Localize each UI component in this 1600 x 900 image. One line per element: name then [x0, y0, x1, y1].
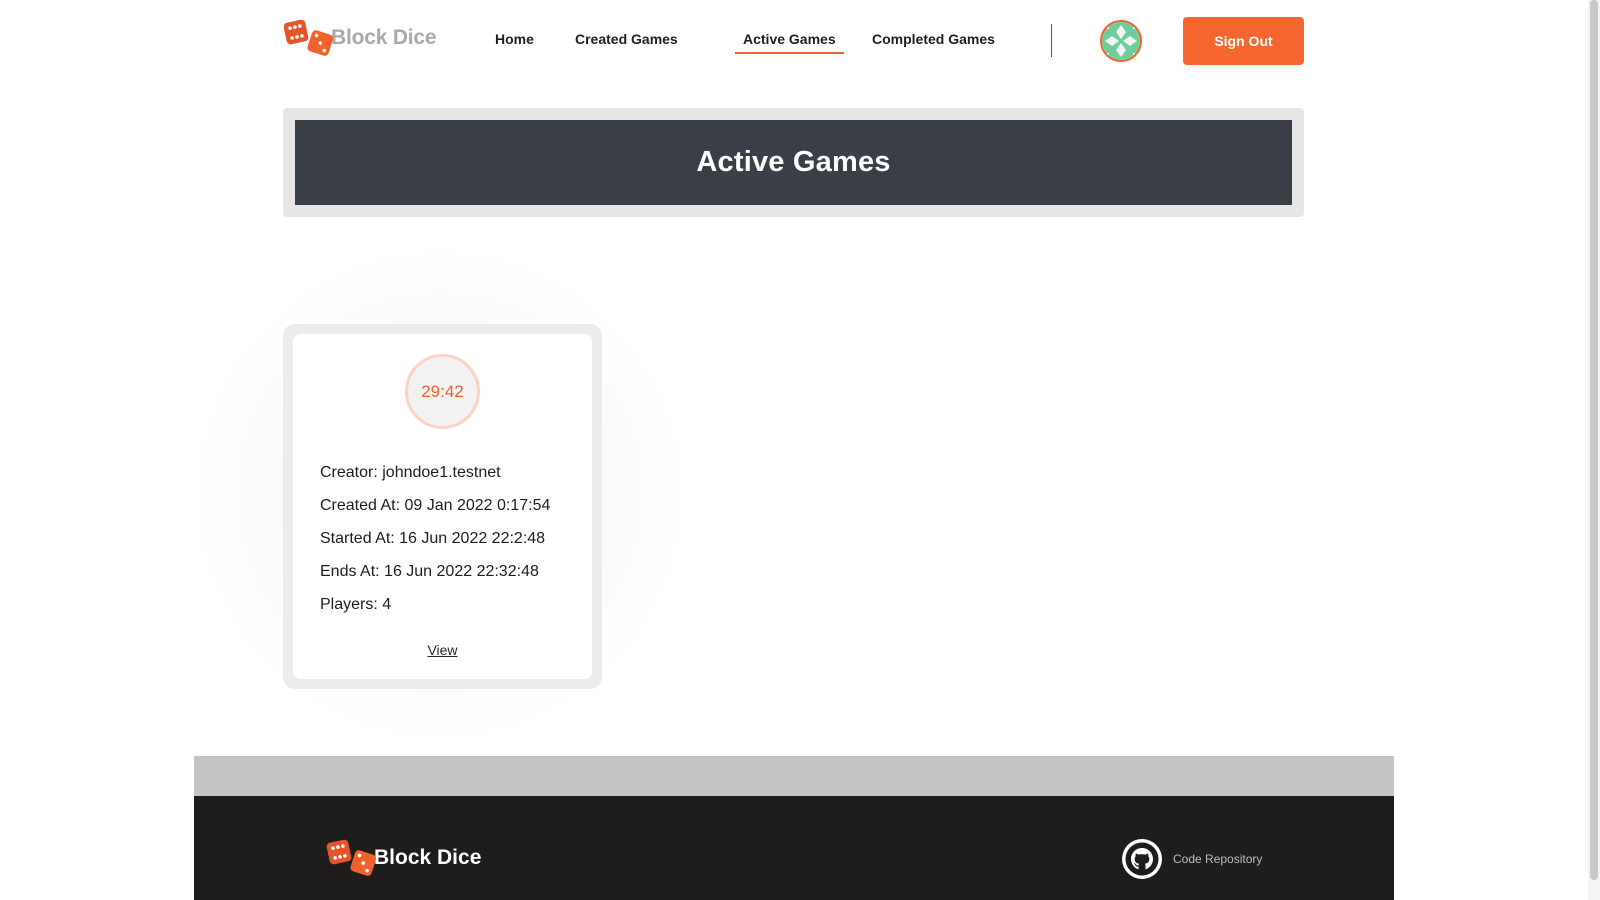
- game-players: Players: 4: [320, 596, 392, 613]
- view-game-link[interactable]: View: [293, 642, 592, 658]
- game-ends-at: Ends At: 16 Jun 2022 22:32:48: [320, 563, 539, 580]
- dice-logo-icon: [326, 838, 378, 878]
- brand-name: Block Dice: [331, 26, 437, 49]
- footer-brand-name: Block Dice: [374, 846, 482, 869]
- page-scrollbar[interactable]: [1588, 0, 1600, 900]
- footer-band: [194, 756, 1394, 796]
- dice-logo-icon: [283, 18, 335, 58]
- brand-logo[interactable]: Block Dice: [283, 18, 437, 58]
- code-repository-label: Code Repository: [1173, 852, 1263, 866]
- nav-home[interactable]: Home: [495, 31, 534, 47]
- game-creator: Creator: johndoe1.testnet: [320, 464, 501, 481]
- nav-divider: [1051, 24, 1052, 57]
- user-avatar-icon[interactable]: [1100, 20, 1142, 62]
- game-created-at: Created At: 09 Jan 2022 0:17:54: [320, 497, 551, 514]
- game-started-at: Started At: 16 Jun 2022 22:2:48: [320, 530, 546, 547]
- nav-completed-games[interactable]: Completed Games: [872, 31, 995, 47]
- game-card: 29:42 Creator: johndoe1.testnet Created …: [283, 324, 602, 689]
- scrollbar-thumb[interactable]: [1590, 0, 1598, 880]
- top-navbar: Block Dice Home Created Games Active Gam…: [0, 0, 1560, 82]
- page-banner: Active Games: [283, 108, 1304, 217]
- footer: Block Dice Code Repository: [194, 796, 1394, 900]
- nav-created-games[interactable]: Created Games: [575, 31, 678, 47]
- code-repository-link[interactable]: Code Repository: [1121, 838, 1262, 880]
- footer-brand-logo[interactable]: Block Dice: [326, 838, 481, 878]
- nav-active-games[interactable]: Active Games: [735, 31, 844, 54]
- sign-out-button[interactable]: Sign Out: [1183, 17, 1304, 65]
- page-title: Active Games: [696, 146, 891, 178]
- countdown-timer: 29:42: [405, 354, 480, 429]
- github-icon: [1122, 839, 1162, 879]
